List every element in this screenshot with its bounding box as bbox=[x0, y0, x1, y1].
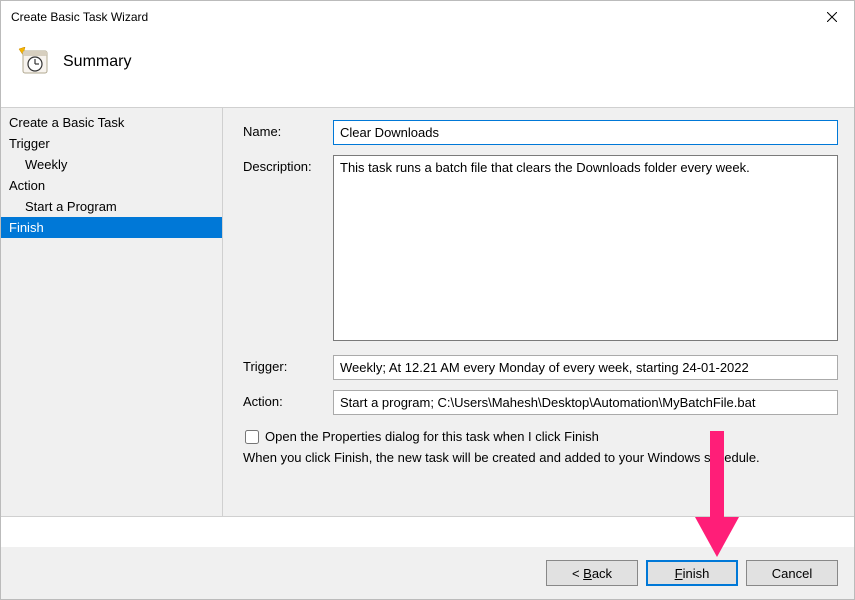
description-field[interactable]: This task runs a batch file that clears … bbox=[333, 155, 838, 341]
trigger-label: Trigger: bbox=[243, 355, 333, 374]
description-label: Description: bbox=[243, 155, 333, 174]
close-button[interactable] bbox=[809, 1, 854, 33]
trigger-field[interactable] bbox=[333, 355, 838, 380]
action-field[interactable] bbox=[333, 390, 838, 415]
main-panel: Name: Description: This task runs a batc… bbox=[223, 108, 854, 516]
back-button[interactable]: < Back bbox=[546, 560, 638, 586]
action-label: Action: bbox=[243, 390, 333, 409]
open-properties-label: Open the Properties dialog for this task… bbox=[265, 429, 599, 444]
name-label: Name: bbox=[243, 120, 333, 139]
titlebar: Create Basic Task Wizard bbox=[1, 1, 854, 33]
header-section: Summary bbox=[1, 33, 854, 107]
page-title: Summary bbox=[63, 53, 131, 71]
sidebar-item-weekly[interactable]: Weekly bbox=[1, 154, 222, 175]
finish-button[interactable]: Finish bbox=[646, 560, 738, 586]
sidebar-item-action[interactable]: Action bbox=[1, 175, 222, 196]
content-area: Create a Basic Task Trigger Weekly Actio… bbox=[1, 107, 854, 517]
button-bar: < Back Finish Cancel bbox=[1, 547, 854, 599]
wizard-sidebar: Create a Basic Task Trigger Weekly Actio… bbox=[1, 108, 223, 516]
sidebar-item-trigger[interactable]: Trigger bbox=[1, 133, 222, 154]
close-icon bbox=[827, 12, 837, 22]
task-clock-icon bbox=[17, 47, 49, 77]
name-field[interactable] bbox=[333, 120, 838, 145]
open-properties-checkbox[interactable] bbox=[245, 430, 259, 444]
wizard-window: Create Basic Task Wizard Summary Create … bbox=[0, 0, 855, 600]
sidebar-item-finish[interactable]: Finish bbox=[1, 217, 222, 238]
sidebar-item-create-basic-task[interactable]: Create a Basic Task bbox=[1, 112, 222, 133]
cancel-button[interactable]: Cancel bbox=[746, 560, 838, 586]
info-text: When you click Finish, the new task will… bbox=[243, 450, 838, 465]
sidebar-item-start-a-program[interactable]: Start a Program bbox=[1, 196, 222, 217]
window-title: Create Basic Task Wizard bbox=[11, 10, 148, 24]
